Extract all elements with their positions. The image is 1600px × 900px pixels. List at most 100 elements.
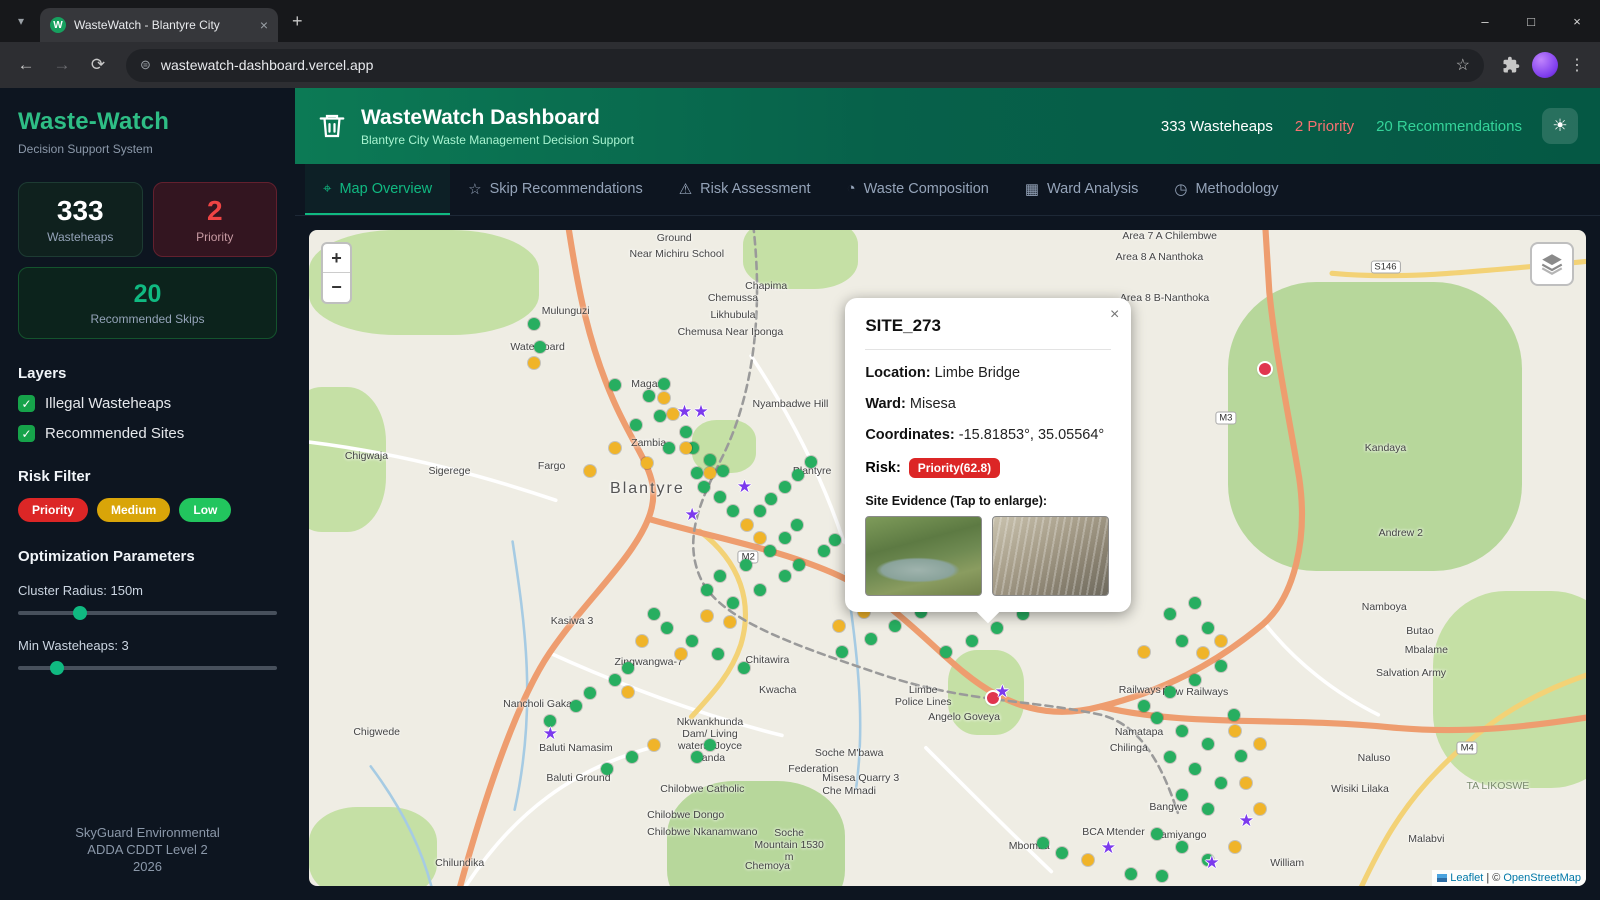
tab-skip-recommendations[interactable]: ☆ Skip Recommendations — [450, 164, 661, 215]
tab-search-icon[interactable]: ▾ — [8, 8, 34, 34]
medium-risk-marker[interactable] — [832, 620, 845, 633]
layer-toggle-illegal-wasteheaps[interactable]: ✓ Illegal Wasteheaps — [18, 395, 277, 412]
url-text[interactable]: wastewatch-dashboard.vercel.app — [161, 57, 1446, 73]
wasteheap-marker[interactable] — [647, 608, 660, 621]
medium-risk-marker[interactable] — [1228, 840, 1241, 853]
layers-control-button[interactable] — [1530, 242, 1574, 286]
wasteheap-marker[interactable] — [711, 647, 724, 660]
wasteheap-marker[interactable] — [691, 467, 704, 480]
wasteheap-marker[interactable] — [790, 519, 803, 532]
tab-map-overview[interactable]: ⌖ Map Overview — [305, 164, 451, 215]
wasteheap-marker[interactable] — [765, 492, 778, 505]
wasteheap-marker[interactable] — [658, 377, 670, 390]
recommended-site-marker[interactable]: ★ — [1239, 811, 1254, 831]
wasteheap-marker[interactable] — [763, 544, 776, 557]
min-wasteheaps-slider-thumb[interactable] — [49, 661, 64, 675]
cluster-radius-slider[interactable] — [18, 606, 277, 620]
tab-close-icon[interactable]: × — [260, 17, 268, 33]
medium-risk-marker[interactable] — [609, 441, 622, 454]
recommended-site-marker[interactable]: ★ — [684, 505, 699, 525]
recommended-site-marker[interactable]: ★ — [677, 402, 692, 422]
medium-risk-marker[interactable] — [724, 616, 737, 629]
forward-icon[interactable]: → — [46, 49, 78, 81]
wasteheap-marker[interactable] — [1138, 699, 1151, 712]
wasteheap-marker[interactable] — [583, 687, 596, 700]
risk-pill-priority[interactable]: Priority — [18, 498, 89, 522]
wasteheap-marker[interactable] — [1150, 828, 1163, 841]
browser-tab[interactable]: W WasteWatch - Blantyre City × — [40, 8, 278, 42]
wasteheap-marker[interactable] — [626, 750, 639, 763]
wasteheap-marker[interactable] — [1235, 750, 1248, 763]
wasteheap-marker[interactable] — [714, 570, 727, 583]
wasteheap-marker[interactable] — [1163, 750, 1176, 763]
medium-risk-marker[interactable] — [1196, 647, 1209, 660]
medium-risk-marker[interactable] — [1254, 802, 1267, 815]
wasteheap-marker[interactable] — [716, 465, 729, 478]
wasteheap-marker[interactable] — [654, 409, 667, 422]
medium-risk-marker[interactable] — [658, 391, 670, 404]
evidence-photo-2[interactable] — [992, 515, 1110, 596]
medium-risk-marker[interactable] — [636, 634, 649, 647]
tab-waste-composition[interactable]: ◔ Waste Composition — [829, 164, 1007, 215]
wasteheap-marker[interactable] — [1156, 870, 1169, 883]
medium-risk-marker[interactable] — [583, 465, 596, 478]
wasteheap-marker[interactable] — [1163, 685, 1176, 698]
maximize-button[interactable]: □ — [1508, 0, 1554, 42]
wasteheap-marker[interactable] — [1056, 847, 1069, 860]
profile-avatar[interactable] — [1530, 50, 1560, 80]
wasteheap-marker[interactable] — [1202, 622, 1214, 635]
wasteheap-marker[interactable] — [609, 379, 622, 392]
wasteheap-marker[interactable] — [686, 635, 699, 648]
medium-risk-marker[interactable] — [622, 685, 635, 698]
close-button[interactable]: × — [1554, 0, 1600, 42]
wasteheap-marker[interactable] — [753, 505, 766, 518]
wasteheap-marker[interactable] — [642, 389, 655, 402]
evidence-photo-1[interactable] — [865, 515, 983, 596]
reload-icon[interactable]: ⟳ — [82, 49, 114, 81]
wasteheap-marker[interactable] — [1125, 867, 1138, 880]
tab-ward-analysis[interactable]: ▦ Ward Analysis — [1007, 164, 1157, 215]
bookmark-star-icon[interactable]: ☆ — [1456, 55, 1470, 75]
cluster-radius-slider-thumb[interactable] — [73, 606, 88, 620]
zoom-out-button[interactable]: − — [323, 273, 350, 302]
wasteheap-marker[interactable] — [660, 622, 673, 635]
recommended-site-marker[interactable]: ★ — [1101, 838, 1116, 858]
wasteheap-marker[interactable] — [835, 645, 848, 658]
wasteheap-marker[interactable] — [629, 418, 642, 431]
min-wasteheaps-slider[interactable] — [18, 661, 277, 675]
wasteheap-marker[interactable] — [1189, 763, 1202, 776]
wasteheap-marker[interactable] — [609, 674, 622, 687]
wasteheap-marker[interactable] — [1176, 789, 1189, 802]
wasteheap-marker[interactable] — [1214, 777, 1227, 789]
medium-risk-marker[interactable] — [679, 441, 692, 454]
new-tab-button[interactable]: + — [292, 11, 303, 32]
wasteheap-marker[interactable] — [779, 481, 792, 494]
wasteheap-marker[interactable] — [779, 531, 792, 544]
back-icon[interactable]: ← — [10, 49, 42, 81]
zoom-in-button[interactable]: + — [323, 244, 350, 273]
medium-risk-marker[interactable] — [701, 609, 714, 622]
wasteheap-marker[interactable] — [697, 481, 710, 494]
wasteheap-marker[interactable] — [738, 661, 751, 674]
risk-pill-medium[interactable]: Medium — [97, 498, 171, 522]
wasteheap-marker[interactable] — [1150, 712, 1163, 725]
wasteheap-marker[interactable] — [753, 584, 766, 597]
wasteheap-marker[interactable] — [534, 340, 547, 353]
wasteheap-marker[interactable] — [691, 750, 704, 763]
medium-risk-marker[interactable] — [527, 357, 540, 370]
medium-risk-marker[interactable] — [1138, 645, 1151, 658]
wasteheap-marker[interactable] — [864, 632, 877, 645]
medium-risk-marker[interactable] — [1240, 777, 1253, 789]
medium-risk-marker[interactable] — [1081, 853, 1094, 866]
medium-risk-marker[interactable] — [674, 647, 687, 660]
wasteheap-marker[interactable] — [1202, 737, 1214, 750]
wasteheap-marker[interactable] — [1037, 837, 1050, 850]
wasteheap-marker[interactable] — [622, 661, 635, 674]
wasteheap-marker[interactable] — [1189, 674, 1202, 687]
wasteheap-marker[interactable] — [804, 456, 817, 469]
priority-marker[interactable] — [1259, 363, 1272, 376]
wasteheap-marker[interactable] — [739, 558, 752, 571]
medium-risk-marker[interactable] — [753, 531, 766, 544]
wasteheap-marker[interactable] — [1176, 634, 1189, 647]
medium-risk-marker[interactable] — [741, 519, 753, 532]
